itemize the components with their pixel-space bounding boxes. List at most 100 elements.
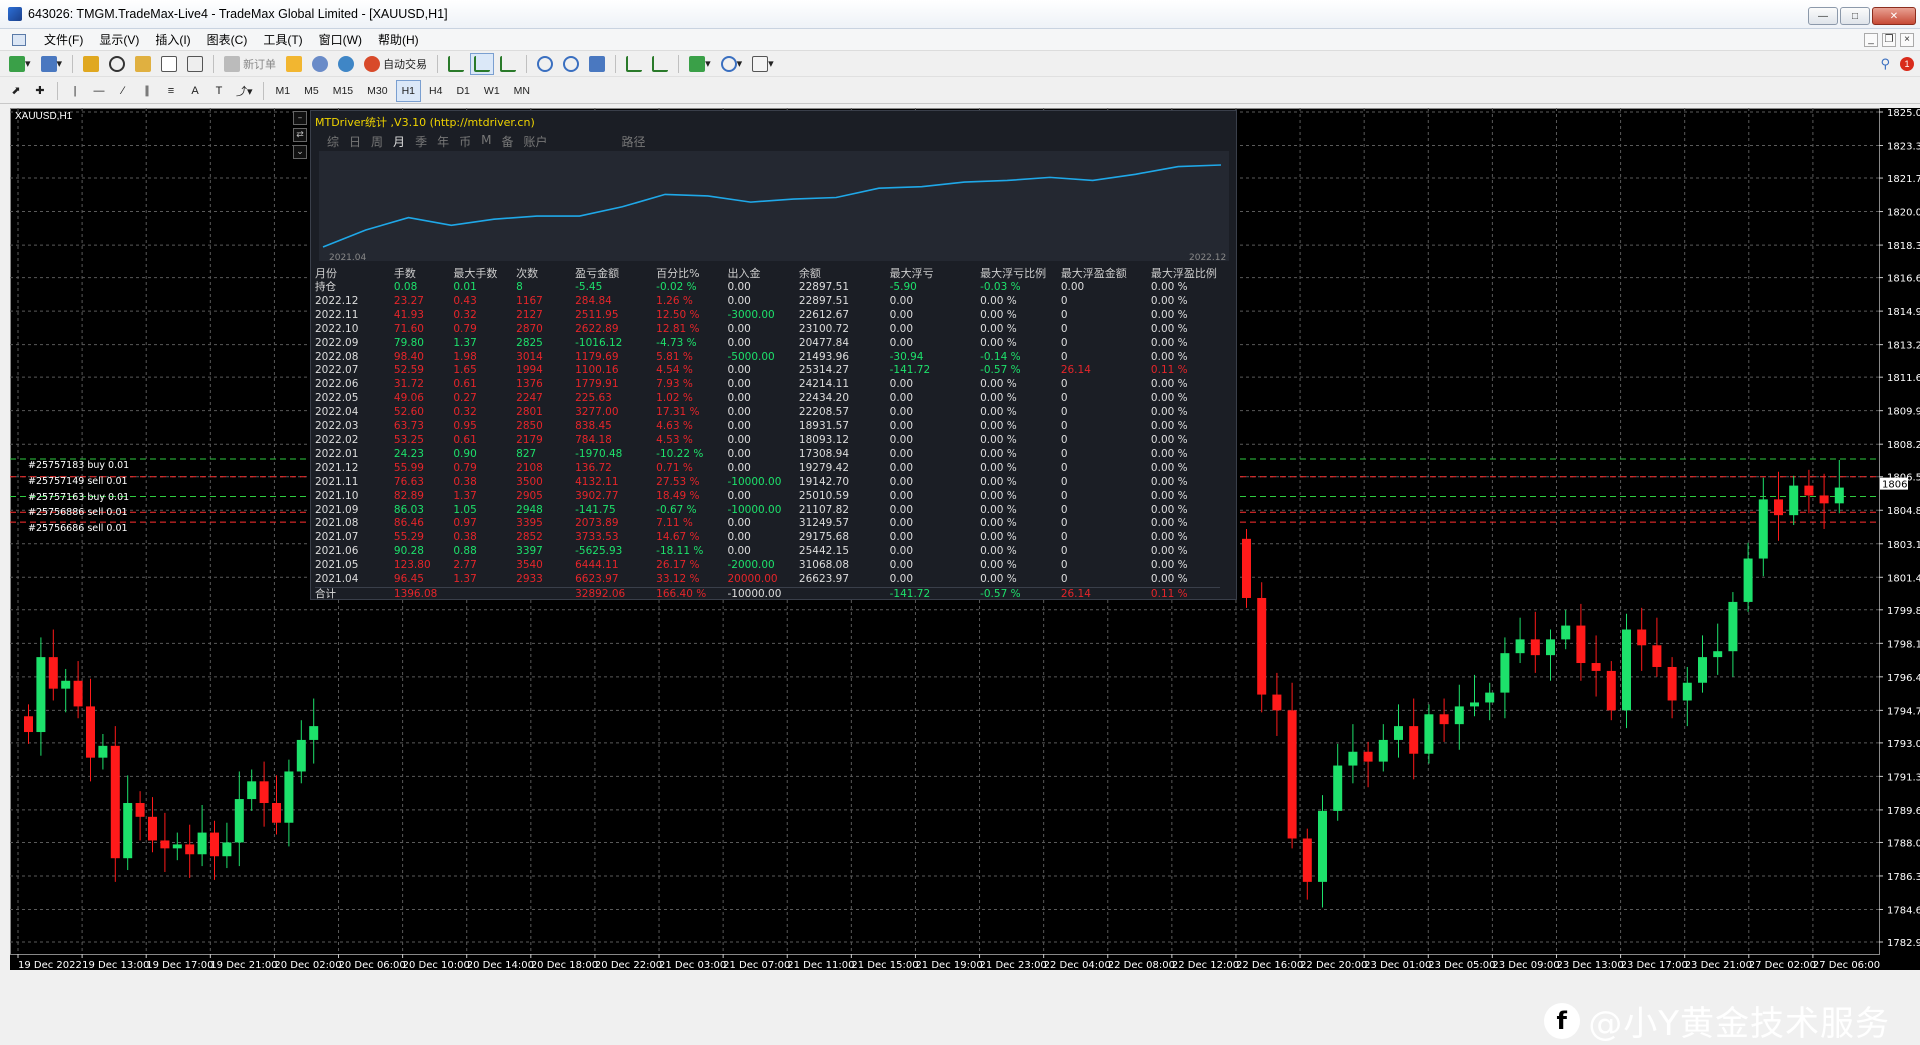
time-axis-label: 21 Dec 11:00 xyxy=(787,960,854,970)
mdi-restore-button[interactable]: ❐ xyxy=(1882,33,1896,47)
navigator-button[interactable] xyxy=(131,53,155,75)
candle-body xyxy=(1439,714,1449,725)
menu-file[interactable]: 文件(F) xyxy=(36,29,91,51)
arrows-button[interactable]: ⤴▾ xyxy=(232,80,257,102)
data-window-button[interactable] xyxy=(105,53,129,75)
column-header[interactable]: 最大浮盈比例 xyxy=(1151,265,1220,281)
notifications-icon[interactable]: 1 xyxy=(1900,56,1914,71)
text-label-button[interactable]: T xyxy=(208,80,230,102)
order-label[interactable]: #25757183 buy 0.01 xyxy=(28,460,129,471)
indicators-button[interactable]: ▾ xyxy=(685,53,715,75)
tf-M1[interactable]: M1 xyxy=(270,80,297,102)
zoom-out-button[interactable] xyxy=(559,53,583,75)
candle-body xyxy=(1287,710,1297,839)
candlestick-button[interactable] xyxy=(470,52,495,75)
stats-tab[interactable]: 账户 xyxy=(521,133,549,150)
column-header[interactable]: 最大浮盈金额 xyxy=(1061,265,1151,281)
tf-MN[interactable]: MN xyxy=(508,80,536,102)
stats-tab-path[interactable]: 路径 xyxy=(620,133,648,150)
column-header[interactable]: 最大手数 xyxy=(453,265,516,281)
stats-tab[interactable]: M xyxy=(479,133,493,150)
line-chart-button[interactable] xyxy=(496,53,520,75)
mdi-close-button[interactable]: × xyxy=(1900,33,1914,47)
table-cell: -0.57 % xyxy=(980,364,1021,377)
vertical-line-button[interactable]: | xyxy=(64,80,86,102)
stats-tab[interactable]: 币 xyxy=(457,133,473,150)
panel-switch-button[interactable]: ⇄ xyxy=(293,128,307,142)
menu-view[interactable]: 显示(V) xyxy=(91,29,147,51)
menu-window[interactable]: 窗口(W) xyxy=(311,29,370,51)
column-header[interactable]: 最大浮亏比例 xyxy=(980,265,1061,281)
candle-body xyxy=(1819,495,1829,504)
stats-tab[interactable]: 备 xyxy=(499,133,515,150)
candle-body xyxy=(172,844,182,849)
tf-M15[interactable]: M15 xyxy=(327,80,359,102)
column-header[interactable]: 最大浮亏 xyxy=(890,265,980,281)
crosshair-button[interactable]: ✚ xyxy=(29,80,51,102)
stats-tab[interactable]: 季 xyxy=(413,133,429,150)
candle-body xyxy=(197,832,207,855)
order-label[interactable]: #25756886 sell 0.01 xyxy=(28,507,128,518)
templates-button[interactable]: ▾ xyxy=(748,53,778,75)
close-button[interactable]: ✕ xyxy=(1872,7,1916,25)
column-header[interactable]: 月份 xyxy=(315,265,394,281)
table-cell: 0 xyxy=(1060,392,1068,405)
search-icon[interactable]: ⚲ xyxy=(1880,56,1890,72)
zoom-in-button[interactable] xyxy=(533,53,557,75)
order-label[interactable]: #25757163 buy 0.01 xyxy=(28,492,129,503)
stats-tab[interactable]: 周 xyxy=(369,133,385,150)
market-button[interactable] xyxy=(334,53,358,75)
table-cell: 3500 xyxy=(516,475,543,488)
panel-collapse-button[interactable]: ⌄ xyxy=(293,145,307,159)
bar-chart-button[interactable] xyxy=(444,53,468,75)
tf-H4[interactable]: H4 xyxy=(423,80,448,102)
column-header[interactable]: 百分比% xyxy=(656,265,727,281)
panel-minimize-button[interactable]: – xyxy=(293,111,307,125)
stats-tab[interactable]: 综 xyxy=(325,133,341,150)
stats-tab[interactable]: 月 xyxy=(391,133,407,150)
maximize-button[interactable]: □ xyxy=(1840,7,1870,25)
cursor-button[interactable]: ⬈ xyxy=(5,80,27,102)
chart-shift-button[interactable] xyxy=(622,53,646,75)
order-label[interactable]: #25756686 sell 0.01 xyxy=(28,523,128,534)
tf-M5[interactable]: M5 xyxy=(298,80,325,102)
tf-W1[interactable]: W1 xyxy=(478,80,506,102)
market-watch-button[interactable] xyxy=(79,53,103,75)
stats-tab[interactable]: 年 xyxy=(435,133,451,150)
profiles-button[interactable]: ▾ xyxy=(37,53,67,75)
column-header[interactable]: 盈亏金额 xyxy=(575,265,656,281)
tf-H1[interactable]: H1 xyxy=(395,79,422,102)
metaeditor-button[interactable] xyxy=(282,53,306,75)
mtdriver-stats-panel: – ⇄ ⌄ MTDriver统计 ,V3.10 (http://mtdriver… xyxy=(293,110,1237,602)
new-chart-button[interactable]: ▾ xyxy=(5,53,35,75)
periods-button[interactable]: ▾ xyxy=(717,53,747,75)
minimize-button[interactable]: — xyxy=(1808,7,1838,25)
text-button[interactable]: A xyxy=(184,80,206,102)
signals-button[interactable] xyxy=(308,53,332,75)
order-label[interactable]: #25757149 sell 0.01 xyxy=(28,476,128,487)
channel-button[interactable]: ∥ xyxy=(136,80,158,102)
menu-insert[interactable]: 插入(I) xyxy=(147,29,198,51)
tile-windows-button[interactable] xyxy=(585,53,609,75)
auto-trading-button[interactable]: 自动交易 xyxy=(360,53,431,75)
mdi-minimize-button[interactable]: _ xyxy=(1864,33,1878,47)
menu-charts[interactable]: 图表(C) xyxy=(199,29,256,51)
column-header[interactable]: 余额 xyxy=(799,265,890,281)
tf-M30[interactable]: M30 xyxy=(361,80,393,102)
chart-window-icon[interactable] xyxy=(12,33,26,46)
table-cell: 2022.03 xyxy=(315,420,359,433)
tf-D1[interactable]: D1 xyxy=(450,80,475,102)
column-header[interactable]: 手数 xyxy=(394,265,453,281)
menu-tools[interactable]: 工具(T) xyxy=(255,29,310,51)
new-order-button[interactable]: 新订单 xyxy=(220,53,280,75)
tester-button[interactable] xyxy=(183,53,207,75)
column-header[interactable]: 出入金 xyxy=(727,265,798,281)
auto-scroll-button[interactable] xyxy=(648,53,672,75)
menu-help[interactable]: 帮助(H) xyxy=(370,29,427,51)
horizontal-line-button[interactable]: — xyxy=(88,80,110,102)
terminal-button[interactable] xyxy=(157,53,181,75)
column-header[interactable]: 次数 xyxy=(516,265,575,281)
fibonacci-button[interactable]: ≡ xyxy=(160,80,182,102)
trendline-button[interactable]: ∕ xyxy=(112,80,134,102)
stats-tab[interactable]: 日 xyxy=(347,133,363,150)
